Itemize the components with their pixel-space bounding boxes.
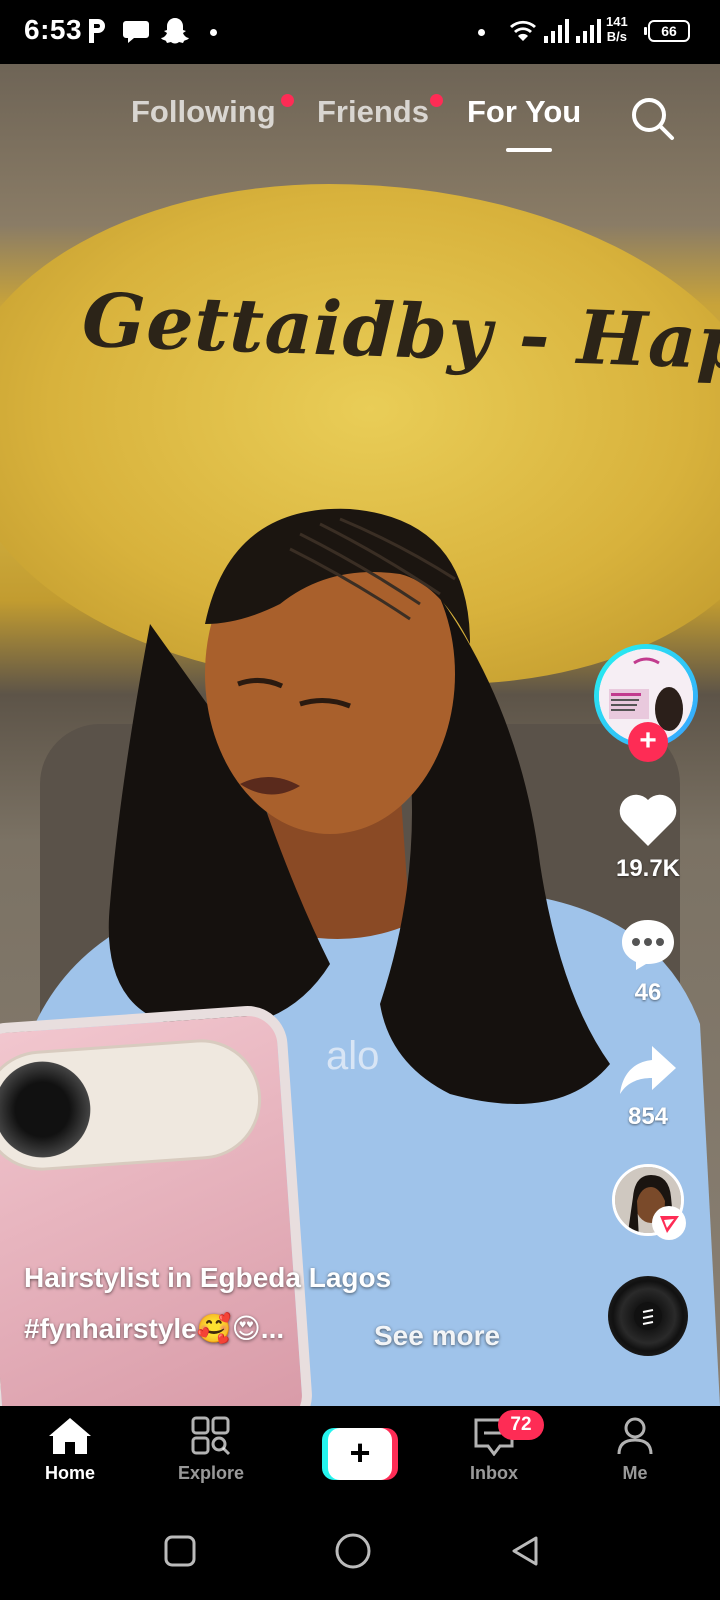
home-circle-icon[interactable]	[334, 1532, 372, 1570]
share-count: 854	[627, 1103, 669, 1130]
status-dot	[478, 29, 485, 36]
friends-new-dot	[430, 94, 443, 107]
comment-icon	[622, 920, 674, 970]
share-arrow-icon	[620, 1046, 676, 1094]
nav-explore-label: Explore	[177, 1463, 245, 1483]
network-speed-unit: B/s	[606, 29, 627, 44]
following-new-dot	[281, 94, 294, 107]
nav-home-label: Home	[44, 1463, 95, 1483]
search-icon[interactable]	[628, 94, 676, 142]
repost-badge	[652, 1206, 686, 1240]
share-button[interactable]: 854	[600, 1042, 696, 1131]
caption-title: Hairstylist in Egbeda Lagos	[24, 1262, 392, 1293]
bottom-nav: Home Explore + Inbox 72 Me	[0, 1406, 720, 1492]
status-bar: 6:53 141 B/s 66	[0, 0, 720, 64]
see-more-link[interactable]: See more	[374, 1320, 500, 1352]
nav-home[interactable]: Home	[10, 1416, 130, 1484]
send-icon	[660, 1216, 679, 1233]
back-icon[interactable]	[508, 1534, 542, 1568]
signal-icon-1	[544, 19, 569, 43]
tab-friends[interactable]: Friends	[317, 94, 429, 130]
network-speed: 141 B/s	[606, 14, 628, 44]
feed-tabs: Following Friends For You	[0, 64, 720, 164]
active-tab-indicator	[506, 148, 552, 152]
like-count: 19.7K	[615, 855, 681, 882]
phone-camera-module	[0, 1035, 266, 1175]
follow-plus-icon[interactable]: +	[628, 722, 668, 762]
phone-lens	[0, 1058, 94, 1161]
recents-icon[interactable]	[163, 1534, 197, 1568]
plus-icon: +	[328, 1428, 392, 1480]
battery-indicator: 66	[644, 20, 690, 42]
music-disc-icon[interactable]	[608, 1276, 688, 1356]
network-speed-value: 141	[606, 14, 628, 29]
comment-button[interactable]: 46	[600, 916, 696, 1007]
inbox-unread-badge: 72	[498, 1410, 544, 1440]
comment-count: 46	[634, 979, 662, 1006]
nav-explore[interactable]: Explore	[151, 1416, 271, 1484]
svg-text:alo: alo	[326, 1034, 379, 1078]
nav-inbox-label: Inbox	[470, 1463, 518, 1483]
tab-following[interactable]: Following	[131, 94, 276, 130]
like-button[interactable]: 19.7K	[600, 792, 696, 883]
signal-icon-2	[576, 19, 601, 43]
home-icon	[49, 1418, 91, 1454]
heart-icon	[619, 794, 677, 846]
chat-notification-icon	[123, 21, 149, 43]
nav-me[interactable]: Me	[575, 1416, 695, 1484]
phone-in-hand	[0, 1003, 315, 1406]
profile-icon	[617, 1417, 653, 1455]
parking-app-icon	[89, 19, 105, 43]
explore-icon	[191, 1416, 231, 1456]
tab-for-you[interactable]: For You	[467, 94, 581, 130]
system-nav-bar	[0, 1492, 720, 1600]
sound-disc-graphic	[634, 1302, 662, 1330]
create-button[interactable]: +	[322, 1428, 398, 1480]
wifi-icon	[510, 20, 536, 41]
clock: 6:53	[24, 14, 83, 45]
more-notifications-dot	[210, 29, 217, 36]
nav-me-label: Me	[622, 1463, 648, 1483]
snapchat-icon	[161, 18, 189, 44]
